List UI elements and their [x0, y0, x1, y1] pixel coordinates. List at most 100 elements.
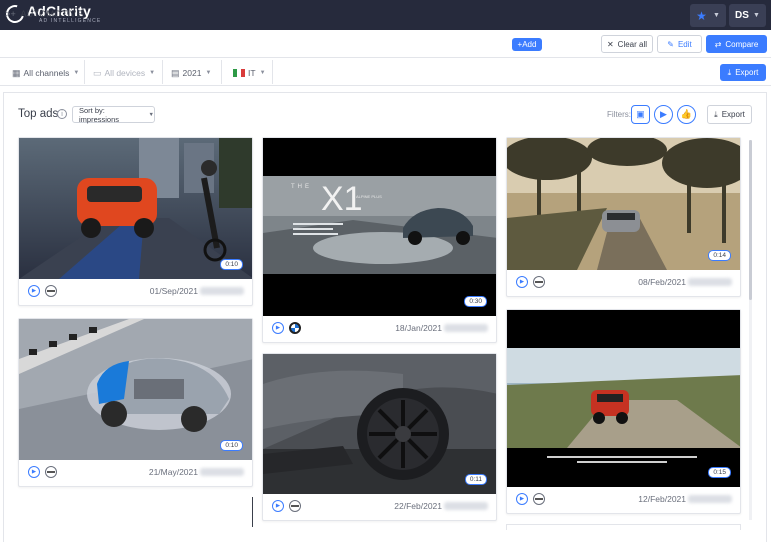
clear-all-button[interactable]: ✕ Clear all: [601, 35, 653, 53]
ad-card-footer: ▶ 21/May/2021: [19, 458, 252, 486]
divider: [162, 60, 163, 84]
info-icon[interactable]: i: [57, 109, 67, 119]
ad-date: 22/Feb/2021: [394, 501, 442, 511]
country-value: IT: [248, 68, 256, 78]
x1-the-text: THE: [291, 184, 312, 190]
ad-thumbnail[interactable]: 0:11: [263, 354, 496, 494]
compare-icon: ⇄: [714, 39, 722, 49]
grid-icon: ▦: [12, 67, 21, 78]
close-icon: ✕: [606, 39, 614, 49]
filter-banner-button[interactable]: ▣: [631, 105, 650, 124]
add-competitor-button[interactable]: +Add: [512, 38, 542, 51]
chevron-down-icon: ▼: [712, 12, 720, 19]
play-video-icon[interactable]: ▶: [516, 276, 528, 288]
favorites-button[interactable]: ★ ▼: [690, 4, 726, 27]
chevron-down-icon: ▼: [259, 70, 266, 76]
clear-all-label: Clear all: [617, 39, 648, 49]
calendar-icon: ▤: [171, 67, 180, 78]
ad-thumbnail-image: THE X1 ALPINE PLUS: [263, 138, 496, 316]
ad-thumbnail-image: [19, 138, 252, 279]
export-report-button[interactable]: ⤓ Export: [720, 64, 766, 81]
ad-card-footer: ▶ 12/Feb/2021: [507, 485, 740, 513]
nissan-logo-icon: [533, 493, 545, 505]
divider: [221, 60, 222, 84]
ad-date: 12/Feb/2021: [638, 494, 686, 504]
user-initials: DS: [735, 10, 749, 21]
nissan-logo-icon: [533, 276, 545, 288]
country-dropdown[interactable]: IT ▼: [233, 67, 266, 79]
campaign-title[interactable]: >+ AUTOMOTIVE: [5, 9, 83, 19]
play-video-icon[interactable]: ▶: [28, 285, 40, 297]
user-menu-button[interactable]: DS ▼: [729, 4, 766, 27]
campaign-bar: [0, 30, 771, 58]
ad-thumbnail-image: [19, 319, 252, 460]
download-icon: ⤓: [714, 109, 718, 119]
compare-button[interactable]: ⇄ Compare: [706, 35, 767, 53]
year-dropdown[interactable]: ▤ 2021 ▼: [171, 67, 211, 79]
ad-thumbnail[interactable]: THE X1 ALPINE PLUS 0:30: [263, 138, 496, 316]
italy-flag-icon: [233, 69, 245, 77]
ad-card[interactable]: 0:11 ▶ 22/Feb/2021: [262, 353, 497, 521]
duration-badge: 0:30: [464, 296, 487, 307]
monitor-icon: ▭: [93, 67, 102, 78]
chevron-down-icon: ▼: [753, 12, 760, 19]
filter-social-button[interactable]: 👍: [677, 105, 696, 124]
play-video-icon[interactable]: ▶: [272, 500, 284, 512]
play-video-icon[interactable]: ▶: [272, 322, 284, 334]
play-video-icon[interactable]: ▶: [516, 493, 528, 505]
devices-dropdown[interactable]: ▭ All devices ▼: [93, 67, 155, 79]
redacted-impressions: [688, 278, 732, 286]
export-label: Export: [735, 68, 759, 77]
nissan-logo-icon: [45, 466, 57, 478]
chevron-down-icon: ▼: [73, 70, 80, 76]
sort-by-value: Sort by: impressions: [79, 105, 120, 124]
ad-card-partial: [506, 524, 741, 530]
campaign-title-text: AUTOMOTIVE: [20, 9, 83, 19]
sort-by-dropdown[interactable]: Sort by: impressions ▼: [72, 105, 155, 124]
compare-label: Compare: [725, 39, 759, 49]
ad-thumbnail-image: [507, 310, 740, 487]
edit-label: Edit: [677, 39, 692, 49]
nissan-logo-icon: [45, 285, 57, 297]
duration-badge: 0:10: [220, 440, 243, 451]
ad-date: 21/May/2021: [148, 467, 198, 477]
ad-card[interactable]: 0:14 ▶ 08/Feb/2021: [506, 137, 741, 297]
ad-card-footer: ▶ 18/Jan/2021: [263, 314, 496, 342]
play-icon: ▶: [660, 109, 667, 119]
redacted-impressions: [444, 324, 488, 332]
edit-button[interactable]: ✎ Edit: [657, 35, 702, 53]
scrollbar-thumb[interactable]: [749, 140, 752, 300]
x1-title-text: X1: [321, 180, 363, 218]
chevron-down-icon: ▼: [149, 70, 156, 76]
ad-card[interactable]: THE X1 ALPINE PLUS 0:30 ▶ 18/Jan/2021: [262, 137, 497, 343]
export-ads-button[interactable]: ⤓ Export: [707, 105, 752, 124]
ad-thumbnail[interactable]: 0:14: [507, 138, 740, 270]
ad-thumbnail[interactable]: 0:10: [19, 319, 252, 460]
redacted-impressions: [200, 287, 244, 295]
play-video-icon[interactable]: ▶: [28, 466, 40, 478]
ad-card-footer: ▶ 22/Feb/2021: [263, 492, 496, 520]
duration-badge: 0:10: [220, 259, 243, 270]
star-icon: ★: [696, 8, 707, 23]
ad-card-footer: ▶ 01/Sep/2021: [19, 277, 252, 305]
duration-badge: 0:14: [708, 250, 731, 261]
devices-value: All devices: [104, 68, 146, 78]
redacted-impressions: [200, 468, 244, 476]
ad-card[interactable]: 0:10 ▶ 21/May/2021: [18, 318, 253, 487]
filters-label: Filters:: [607, 110, 631, 119]
year-value: 2021: [182, 68, 202, 78]
thumbs-up-icon: 👍: [680, 109, 693, 119]
channels-dropdown[interactable]: ▦ All channels ▼: [12, 67, 79, 79]
ad-card-footer: ▶ 08/Feb/2021: [507, 268, 740, 296]
nissan-logo-icon: [289, 500, 301, 512]
ad-date: 08/Feb/2021: [638, 277, 686, 287]
export-ads-label: Export: [721, 110, 745, 119]
ad-thumbnail[interactable]: 0:15: [507, 310, 740, 487]
ad-card[interactable]: 0:15 ▶ 12/Feb/2021: [506, 309, 741, 514]
ad-thumbnail-image: [263, 354, 496, 494]
ad-thumbnail[interactable]: 0:10: [19, 138, 252, 279]
filter-video-button[interactable]: ▶: [654, 105, 673, 124]
ad-card[interactable]: 0:10 ▶ 01/Sep/2021: [18, 137, 253, 306]
divider: [252, 497, 253, 527]
chevron-down-icon: ▼: [205, 70, 212, 76]
